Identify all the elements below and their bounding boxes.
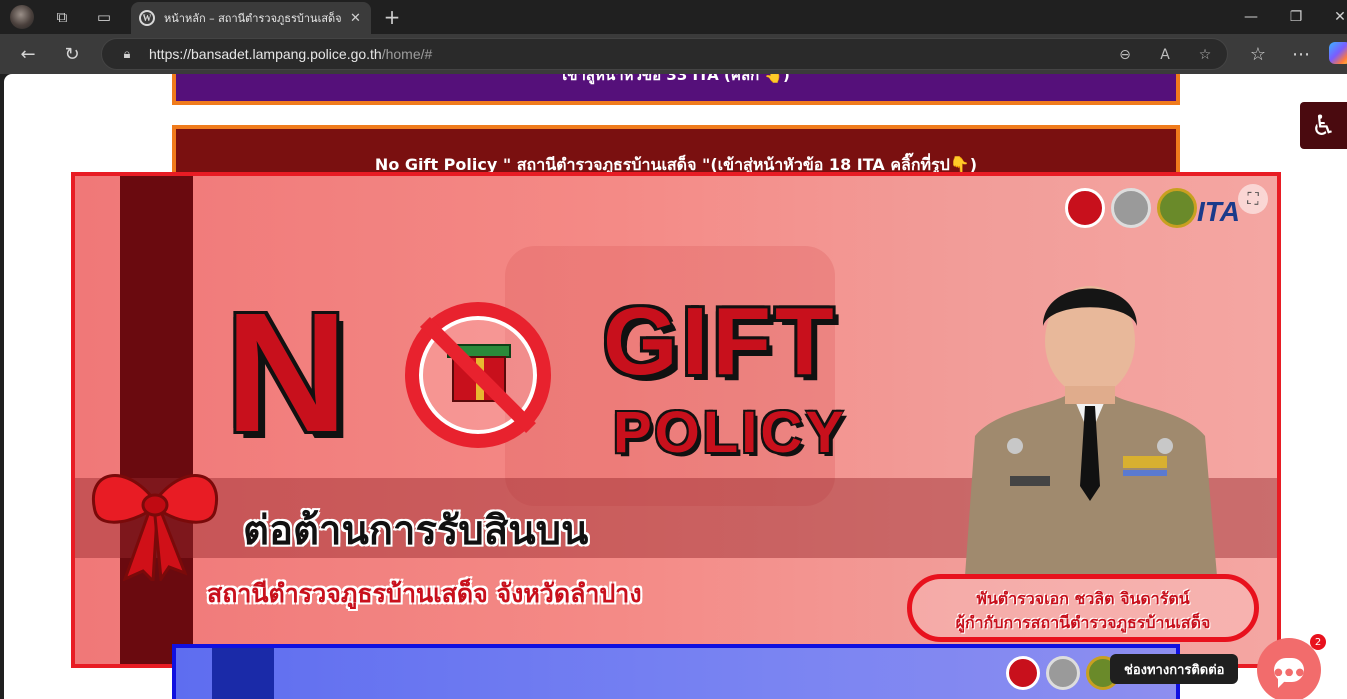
new-tab-button[interactable]: + <box>381 5 403 29</box>
officer-name: พันตำรวจเอก ชวลิต จินดารัตน์ <box>976 589 1190 608</box>
blue-poster-banner[interactable] <box>172 644 1180 699</box>
red-bow-icon <box>92 474 218 581</box>
blue-ribbon <box>212 648 274 699</box>
accessibility-wheelchair-icon[interactable]: ♿︎ <box>1300 102 1347 149</box>
url-text[interactable]: https://bansadet.lampang.police.go.th/ho… <box>149 46 432 62</box>
ita-33-banner[interactable]: เข้าสู่หน้าหัวข้อ 33 ITA (คลิก 👆) <box>172 74 1180 105</box>
bansadet-logo <box>1065 188 1105 228</box>
officer-title: ผู้กำกับการสถานีตำรวจภูธรบ้านเสด็จ <box>955 613 1211 632</box>
zoom-icon[interactable]: ⊖ <box>1115 45 1135 65</box>
poster-thai-subtitle: สถานีตำรวจภูธรบ้านเสด็จ จังหวัดลำปาง <box>207 579 642 608</box>
wordpress-icon: W <box>139 10 155 26</box>
copilot-icon[interactable] <box>1329 42 1347 64</box>
tab-actions-icon[interactable]: ▭ <box>93 6 115 28</box>
tab-close-icon[interactable]: ✕ <box>350 11 361 26</box>
poster-logos: ITA <box>1065 182 1265 234</box>
poster-thai-title: ต่อต้านการรับสินบน <box>243 508 589 554</box>
more-menu-icon[interactable]: ⋯ <box>1289 42 1313 66</box>
minimize-button[interactable]: — <box>1229 4 1273 30</box>
officer-name-box: พันตำรวจเอก ชวลิต จินดารัตน์ ผู้กำกับการ… <box>907 574 1259 642</box>
no-gift-prohibit-icon <box>405 302 551 448</box>
address-bar[interactable]: 🔒︎ https://bansadet.lampang.police.go.th… <box>101 38 1228 70</box>
no-gift-policy-poster[interactable]: N GIFT POLICY ต่อต้านการรับสินบน สถานีตำ… <box>71 172 1281 668</box>
ribbon-vertical <box>120 176 193 664</box>
browser-tab-active[interactable]: W หน้าหลัก – สถานีตำรวจภูธรบ้านเสด็จ จ ✕ <box>131 2 371 34</box>
magnifier-seal-logo-2 <box>1046 656 1080 690</box>
chat-bubble-icon: ●●● <box>1274 658 1304 688</box>
refresh-icon[interactable]: ↻ <box>60 42 84 66</box>
lock-icon[interactable]: 🔒︎ <box>118 45 136 63</box>
officer-photo <box>965 286 1217 576</box>
web-page: เข้าสู่หน้าหัวข้อ 33 ITA (คลิก 👆) No Gif… <box>4 74 1347 699</box>
read-aloud-icon[interactable]: A <box>1155 45 1175 65</box>
profile-avatar[interactable] <box>10 5 34 29</box>
restore-button[interactable]: ❐ <box>1274 4 1318 30</box>
favorite-star-icon[interactable]: ☆ <box>1195 45 1215 65</box>
expand-image-icon[interactable]: ⛶ <box>1238 184 1268 214</box>
back-arrow-icon[interactable]: ← <box>16 42 40 66</box>
tab-title: หน้าหลัก – สถานีตำรวจภูธรบ้านเสด็จ จ <box>164 12 344 25</box>
poster-word-gift: GIFT <box>603 288 838 395</box>
magnifier-seal-logo <box>1111 188 1151 228</box>
workspaces-icon[interactable]: ⧉ <box>51 6 73 28</box>
chat-notification-badge: 2 <box>1310 634 1326 650</box>
browser-tab-bar: ⧉ ▭ W หน้าหลัก – สถานีตำรวจภูธรบ้านเสด็จ… <box>0 0 1347 34</box>
contact-channel-label[interactable]: ช่องทางการติดต่อ <box>1110 654 1239 684</box>
favorites-icon[interactable]: ☆ <box>1246 42 1270 66</box>
poster-letter-n: N <box>225 278 348 468</box>
prohibit-slash <box>420 317 536 433</box>
close-window-button[interactable]: ✕ <box>1318 4 1347 30</box>
ita-33-banner-text: เข้าสู่หน้าหัวข้อ 33 ITA (คลิก 👆) <box>562 74 790 84</box>
police-emblem-logo <box>1157 188 1197 228</box>
ita-logo: ITA <box>1197 196 1241 227</box>
poster-word-policy: POLICY <box>613 400 847 465</box>
bansadet-logo-2 <box>1006 656 1040 690</box>
browser-toolbar: ← ↻ 🔒︎ https://bansadet.lampang.police.g… <box>0 34 1347 74</box>
